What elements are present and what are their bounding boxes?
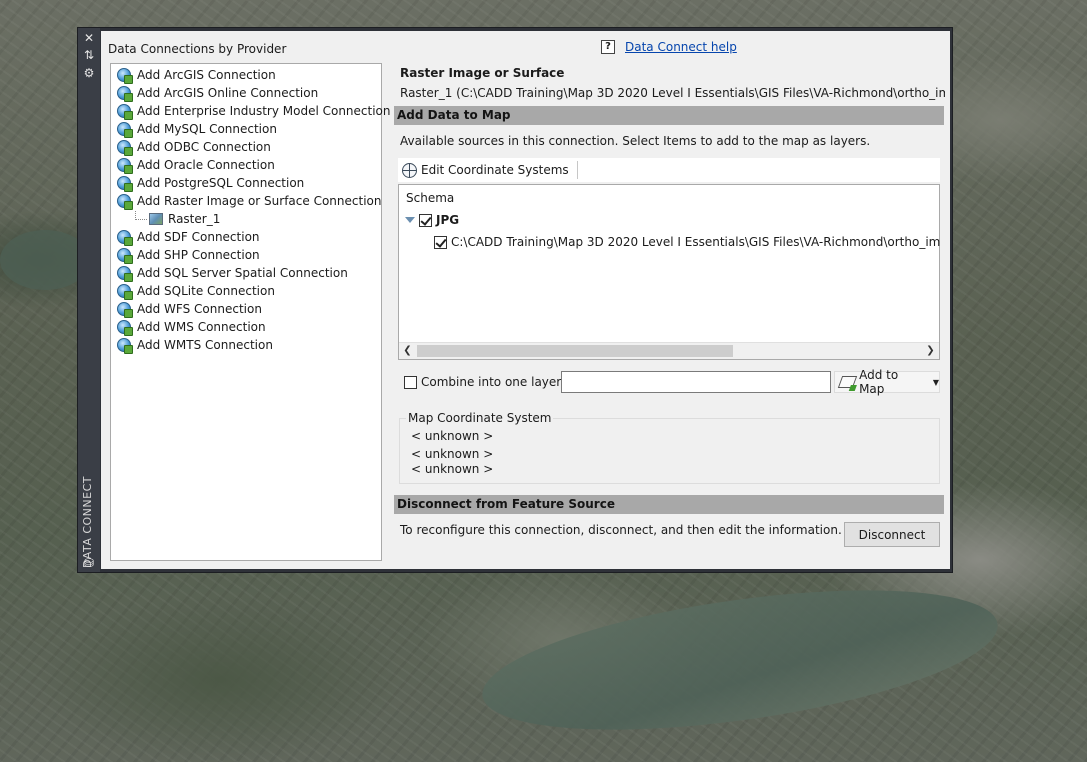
available-sources-text: Available sources in this connection. Se…	[400, 134, 871, 148]
palette-title: DATA CONNECT	[81, 476, 94, 568]
tree-provider-item[interactable]: Add SDF Connection	[111, 228, 381, 246]
help-row: ? Data Connect help	[601, 40, 737, 54]
provider-globe-icon	[117, 248, 133, 264]
add-to-map-label: Add to Map	[859, 368, 899, 396]
disconnect-instructions: To reconfigure this connection, disconne…	[400, 523, 842, 537]
tree-item-label: Add SQLite Connection	[137, 284, 275, 298]
database-icon: ⛁	[83, 556, 95, 570]
edit-coordinate-systems-button[interactable]: Edit Coordinate Systems	[421, 163, 569, 177]
tree-item-label: Add ODBC Connection	[137, 140, 271, 154]
close-icon[interactable]: ✕	[82, 31, 96, 45]
auto-hide-icon[interactable]: ⇅	[82, 48, 96, 62]
connection-title: Raster Image or Surface	[400, 66, 565, 80]
scroll-left-icon[interactable]: ❮	[399, 343, 416, 359]
add-data-header: Add Data to Map	[394, 106, 944, 125]
provider-globe-icon	[117, 122, 133, 138]
provider-globe-icon	[117, 302, 133, 318]
data-connect-palette: ✕ ⇅ ⚙ DATA CONNECT ⛁ Data Connections by…	[77, 27, 953, 573]
tree-provider-item[interactable]: Add WMTS Connection	[111, 336, 381, 354]
disconnect-button[interactable]: Disconnect	[844, 522, 940, 547]
tree-provider-item[interactable]: Add ArcGIS Online Connection	[111, 84, 381, 102]
tree-item-label: Add SDF Connection	[137, 230, 260, 244]
provider-globe-icon	[117, 284, 133, 300]
tree-provider-item[interactable]: Add WFS Connection	[111, 300, 381, 318]
tree-provider-item[interactable]: Add PostgreSQL Connection	[111, 174, 381, 192]
tree-provider-item[interactable]: Add SQL Server Spatial Connection	[111, 264, 381, 282]
tree-item-label: Add MySQL Connection	[137, 122, 277, 136]
provider-globe-icon	[117, 104, 133, 120]
add-layer-icon	[837, 376, 858, 388]
tree-item-label: Add Enterprise Industry Model Connection	[137, 104, 391, 118]
provider-globe-icon	[117, 320, 133, 336]
expand-caret-icon[interactable]	[405, 217, 415, 223]
dropdown-arrow-icon[interactable]: ▼	[933, 378, 939, 387]
combine-layer-checkbox[interactable]	[404, 375, 417, 389]
tree-provider-item[interactable]: Add Enterprise Industry Model Connection	[111, 102, 391, 120]
tree-item-label: Raster_1	[168, 212, 221, 226]
tree-connection-item[interactable]: Raster_1	[111, 210, 381, 228]
scroll-thumb[interactable]	[417, 345, 733, 357]
provider-globe-icon	[117, 140, 133, 156]
combine-row: Combine into one layer:	[404, 375, 565, 389]
add-to-map-button[interactable]: Add to Map ▼	[834, 368, 940, 396]
tree-item-label: Add SQL Server Spatial Connection	[137, 266, 348, 280]
tree-item-label: Add WMTS Connection	[137, 338, 273, 352]
provider-tree[interactable]: Add ArcGIS Connection Add ArcGIS Online C…	[110, 63, 391, 561]
map-cs-value: < unknown >	[411, 462, 494, 476]
toolbar-separator	[576, 161, 578, 179]
tree-item-label: Add WMS Connection	[137, 320, 266, 334]
file-checkbox[interactable]	[434, 235, 447, 249]
tree-connector	[135, 210, 147, 220]
tree-item-label: Add Oracle Connection	[137, 158, 275, 172]
globe-icon	[402, 162, 417, 178]
provider-globe-icon	[117, 194, 133, 210]
tree-item-label: Add WFS Connection	[137, 302, 262, 316]
combine-layer-label: Combine into one layer:	[421, 375, 566, 389]
provider-globe-icon	[117, 68, 133, 84]
map-cs-value: < unknown >	[411, 429, 494, 443]
provider-globe-icon	[117, 230, 133, 246]
map-cs-value: < unknown >	[411, 447, 494, 461]
connection-path: Raster_1 (C:\CADD Training\Map 3D 2020 L…	[400, 86, 945, 100]
schema-group-row[interactable]: JPG	[405, 213, 459, 227]
providers-heading: Data Connections by Provider	[108, 42, 287, 56]
help-icon[interactable]: ?	[601, 40, 615, 54]
map-cs-legend: Map Coordinate System	[406, 411, 554, 425]
tree-provider-item[interactable]: Add ODBC Connection	[111, 138, 381, 156]
disconnect-header: Disconnect from Feature Source	[394, 495, 944, 514]
provider-globe-icon	[117, 338, 133, 354]
tree-item-label: Add Raster Image or Surface Connection	[137, 194, 382, 208]
provider-globe-icon	[117, 176, 133, 192]
palette-side-strip: ✕ ⇅ ⚙ DATA CONNECT ⛁	[78, 28, 100, 572]
schema-file-row[interactable]: C:\CADD Training\Map 3D 2020 Level I Ess…	[434, 235, 941, 249]
schema-file-label: C:\CADD Training\Map 3D 2020 Level I Ess…	[451, 235, 941, 249]
provider-globe-icon	[117, 86, 133, 102]
schema-header: Schema	[406, 191, 455, 205]
scroll-right-icon[interactable]: ❯	[922, 343, 939, 359]
tree-provider-item[interactable]: Add Oracle Connection	[111, 156, 381, 174]
tree-provider-item[interactable]: Add ArcGIS Connection	[111, 66, 381, 84]
jpg-group-checkbox[interactable]	[419, 213, 432, 227]
settings-icon[interactable]: ⚙	[82, 66, 96, 80]
tree-provider-item[interactable]: Add MySQL Connection	[111, 120, 381, 138]
tree-provider-item[interactable]: Add WMS Connection	[111, 318, 381, 336]
tree-item-label: Add PostgreSQL Connection	[137, 176, 305, 190]
tree-item-label: Add ArcGIS Connection	[137, 68, 276, 82]
tree-provider-item[interactable]: Add Raster Image or Surface Connection	[111, 192, 381, 210]
schema-tree[interactable]: Schema JPG C:\CADD Training\Map 3D 2020 …	[398, 184, 941, 360]
palette-content: Data Connections by Provider Add ArcGIS …	[101, 31, 950, 569]
tree-provider-item[interactable]: Add SQLite Connection	[111, 282, 381, 300]
layer-name-input[interactable]	[561, 371, 831, 393]
data-connect-help-link[interactable]: Data Connect help	[625, 40, 737, 54]
schema-toolbar: Edit Coordinate Systems	[398, 158, 940, 182]
provider-globe-icon	[117, 266, 133, 282]
tree-provider-item[interactable]: Add SHP Connection	[111, 246, 381, 264]
schema-horizontal-scrollbar[interactable]: ❮ ❯	[399, 342, 939, 359]
provider-globe-icon	[117, 158, 133, 174]
schema-group-label: JPG	[436, 213, 460, 227]
map-coordinate-system-group: Map Coordinate System < unknown > < unkn…	[399, 411, 940, 484]
raster-icon	[149, 213, 163, 225]
tree-item-label: Add SHP Connection	[137, 248, 260, 262]
tree-item-label: Add ArcGIS Online Connection	[137, 86, 319, 100]
